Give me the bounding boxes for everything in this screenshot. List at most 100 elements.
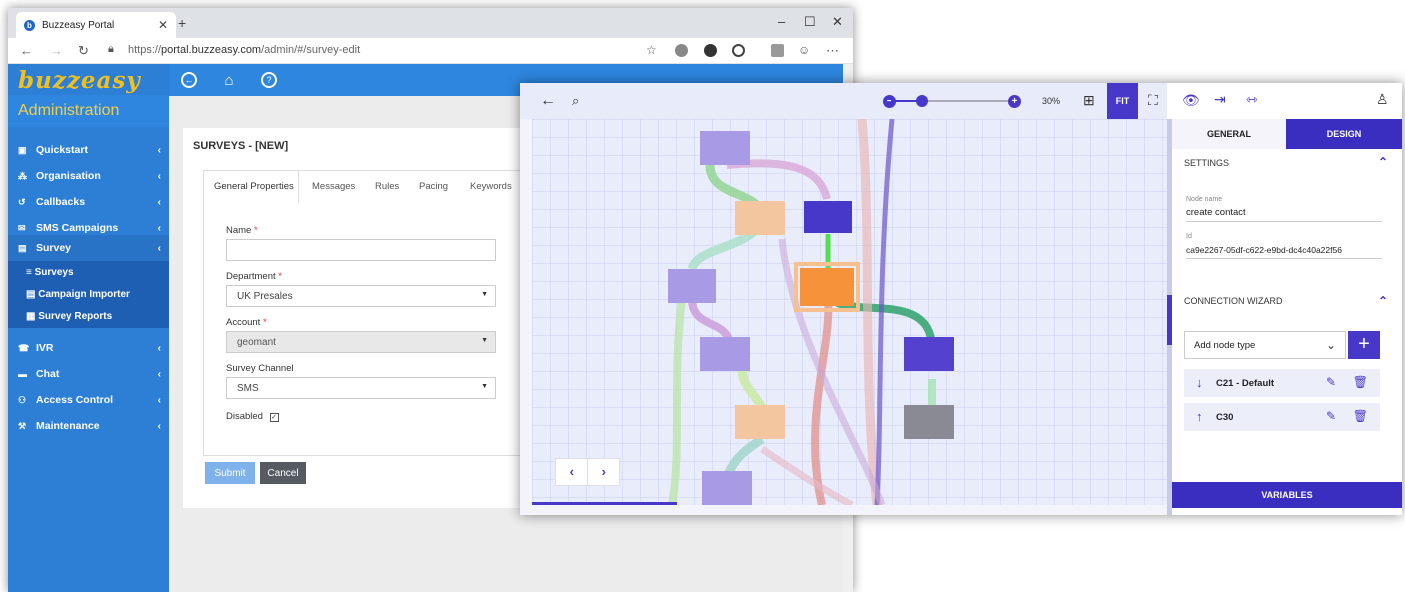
node-name-input[interactable]: create contact [1186, 207, 1382, 222]
back-arrow-icon[interactable]: ← [540, 92, 556, 110]
trash-icon[interactable]: 🗑︎ [1353, 375, 1368, 389]
chevron-left-icon: ‹ [157, 394, 161, 406]
eye-icon[interactable]: 👁︎ [1182, 92, 1200, 109]
extension-icon[interactable] [704, 44, 717, 57]
sidebar-item-ivr[interactable]: ☎ IVR ‹ [8, 335, 169, 361]
search-icon[interactable]: ⌕ [572, 93, 579, 109]
tab-messages[interactable]: Messages [312, 181, 355, 192]
account-select[interactable]: geomant ▼ [226, 331, 496, 353]
export-icon[interactable]: ⇿ [1246, 91, 1258, 108]
access-control-icon: ⚇ [18, 394, 27, 405]
sidebar-item-access-control[interactable]: ⚇ Access Control ‹ [8, 387, 169, 413]
sidebar-subitem-surveys[interactable]: ≡ Surveys [26, 267, 74, 278]
favorite-star-icon[interactable]: ☆ [646, 43, 657, 57]
tab-general-properties[interactable]: General Properties [214, 181, 294, 192]
favicon-icon: b [24, 19, 35, 31]
disabled-label: Disabled ✓ [226, 411, 279, 422]
sidebar-item-chat[interactable]: ▬ Chat ‹ [8, 361, 169, 387]
sidebar-item-quickstart[interactable]: ▣ Quickstart ‹ [8, 137, 169, 163]
id-label: Id [1186, 233, 1192, 240]
chevron-up-icon[interactable]: ⌃ [1378, 155, 1388, 169]
add-node-type-select[interactable]: Add node type ⌄ [1184, 331, 1346, 359]
ivr-icon: ☎ [18, 342, 30, 353]
import-icon[interactable]: ⇥ [1214, 91, 1226, 108]
tab-rules[interactable]: Rules [375, 181, 399, 192]
user-icon[interactable]: ♙ [1376, 91, 1389, 108]
fit-button[interactable]: FIT [1107, 83, 1138, 119]
new-tab-icon[interactable]: + [178, 15, 186, 31]
account-label: Account * [226, 317, 267, 328]
arrow-down-icon: ↓ [1196, 375, 1203, 390]
canvas-scroll-thumb[interactable] [532, 502, 677, 505]
tab-pacing[interactable]: Pacing [419, 181, 448, 192]
next-chevron-icon[interactable]: › [587, 459, 619, 485]
chevron-down-icon: ⌄ [1325, 338, 1336, 352]
previous-chevron-icon[interactable]: ‹ [556, 459, 587, 485]
survey-channel-label: Survey Channel [226, 363, 294, 374]
lock-icon: 🔒︎ [108, 43, 114, 55]
zoom-in-icon[interactable]: + [1008, 95, 1021, 108]
chevron-left-icon: ‹ [157, 196, 161, 208]
connector-line [760, 446, 854, 509]
edit-pencil-icon[interactable]: ✎ [1326, 409, 1336, 423]
back-circle-icon[interactable]: ← [181, 72, 197, 88]
submit-button[interactable]: Submit [205, 462, 255, 484]
add-node-button[interactable]: + [1348, 331, 1380, 359]
dropdown-arrow-icon: ▼ [481, 383, 488, 390]
extension-icon[interactable] [675, 44, 688, 57]
chevron-left-icon: ‹ [157, 342, 161, 354]
help-icon[interactable]: ? [261, 72, 277, 88]
extension-icon[interactable] [732, 44, 745, 57]
back-icon[interactable]: ← [20, 43, 33, 58]
cancel-button[interactable]: Cancel [260, 462, 306, 484]
chevron-left-icon: ‹ [157, 144, 161, 156]
flow-node [904, 337, 954, 371]
more-menu-icon[interactable]: ⋯ [826, 43, 839, 59]
edit-pencil-icon[interactable]: ✎ [1326, 375, 1336, 389]
flow-canvas[interactable] [532, 118, 1167, 509]
sidebar-item-callbacks[interactable]: ↺ Callbacks ‹ [8, 189, 169, 215]
home-icon[interactable]: ⌂ [221, 72, 237, 89]
sidebar-subitem-survey-reports[interactable]: ▦ Survey Reports [26, 311, 112, 322]
sidebar-item-survey[interactable]: ▤ Survey ‹ [8, 235, 169, 261]
minimize-icon[interactable]: – [778, 14, 785, 29]
zoom-slider[interactable] [891, 100, 1011, 102]
sidebar-item-organisation[interactable]: ⁂ Organisation ‹ [8, 163, 169, 189]
node-name-label: Node name [1186, 196, 1223, 203]
survey-channel-select[interactable]: SMS ▼ [226, 377, 496, 399]
profile-icon[interactable]: ☺ [798, 43, 810, 57]
browser-tab[interactable]: b Buzzeasy Portal ✕ [16, 12, 176, 38]
tab-general[interactable]: GENERAL [1172, 119, 1286, 149]
connection-row[interactable]: ↓ C21 - Default ✎ 🗑︎ [1184, 369, 1380, 397]
maximize-icon[interactable]: ☐ [804, 14, 816, 30]
fullscreen-icon[interactable]: ⛶ [1148, 92, 1158, 109]
variables-button[interactable]: VARIABLES [1172, 482, 1402, 508]
name-input[interactable] [226, 239, 496, 261]
tab-bar: b Buzzeasy Portal ✕ + – ☐ ✕ [8, 8, 853, 38]
browser-tab-title: Buzzeasy Portal [42, 19, 115, 31]
chevron-left-icon: ‹ [157, 368, 161, 380]
tab-design[interactable]: DESIGN [1286, 119, 1402, 149]
connector-line [857, 118, 882, 506]
canvas-left-edge [520, 119, 532, 515]
chevron-left-icon: ‹ [157, 420, 161, 432]
url-field[interactable]: https://portal.buzzeasy.com/admin/#/surv… [128, 44, 360, 56]
department-select[interactable]: UK Presales ▼ [226, 285, 496, 307]
close-tab-icon[interactable]: ✕ [158, 18, 168, 32]
forward-icon[interactable]: → [50, 43, 63, 58]
connector-line [668, 298, 686, 506]
zoom-slider-handle[interactable] [916, 95, 928, 107]
sidebar-item-maintenance[interactable]: ⚒ Maintenance ‹ [8, 413, 169, 439]
sidebar-subitem-campaign-importer[interactable]: ▤ Campaign Importer [26, 289, 130, 300]
trash-icon[interactable]: 🗑︎ [1353, 409, 1368, 423]
connection-row[interactable]: ↑ C30 ✎ 🗑︎ [1184, 403, 1380, 431]
flow-node-selected [800, 268, 854, 306]
auto-layout-icon[interactable]: ⊞ [1083, 92, 1095, 109]
disabled-checkbox[interactable]: ✓ [269, 413, 279, 422]
tab-keywords[interactable]: Keywords [470, 181, 512, 192]
window-close-icon[interactable]: ✕ [832, 14, 843, 30]
refresh-icon[interactable]: ↻ [78, 43, 89, 59]
collections-icon[interactable] [771, 44, 784, 57]
canvas-scroll-track[interactable] [532, 505, 1167, 515]
chevron-up-icon[interactable]: ⌃ [1378, 294, 1388, 308]
